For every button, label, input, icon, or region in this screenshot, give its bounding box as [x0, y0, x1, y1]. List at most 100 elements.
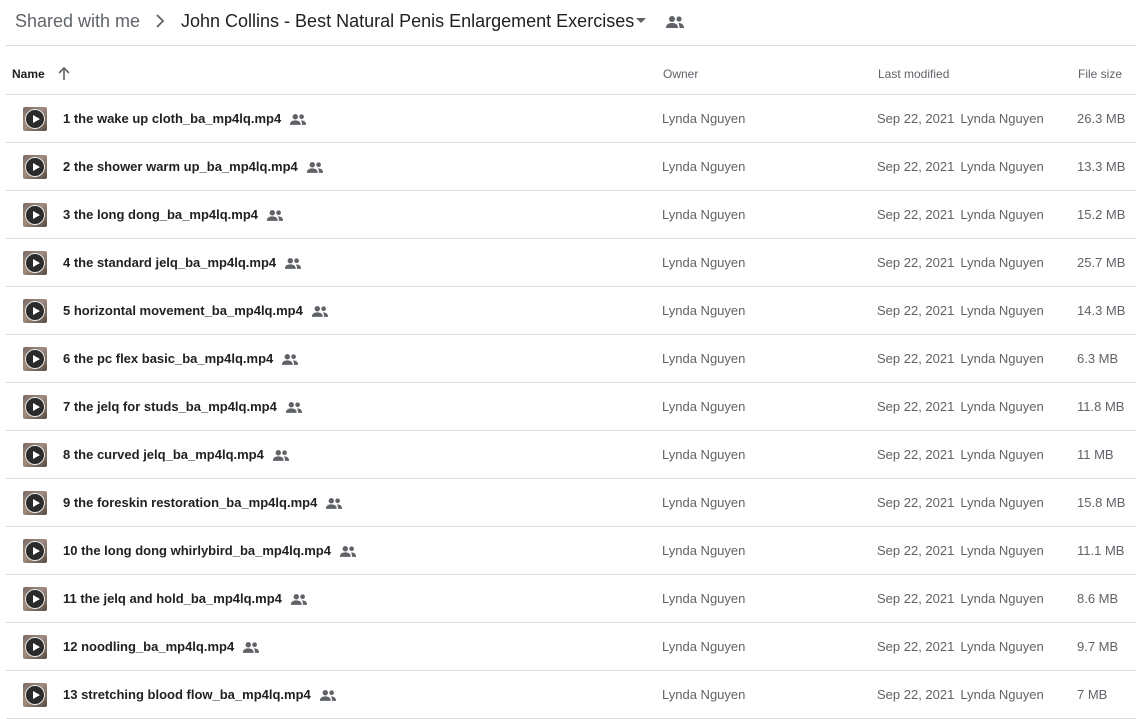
- breadcrumb-current-folder[interactable]: John Collins - Best Natural Penis Enlarg…: [181, 10, 634, 32]
- file-name: 4 the standard jelq_ba_mp4lq.mp4: [63, 255, 302, 271]
- people-icon: [290, 593, 308, 605]
- file-size: 25.7 MB: [1077, 255, 1126, 270]
- modified-by: Lynda Nguyen: [960, 303, 1044, 318]
- file-size: 26.3 MB: [1077, 111, 1126, 126]
- modified-by: Lynda Nguyen: [960, 159, 1044, 174]
- modified-by: Lynda Nguyen: [960, 399, 1044, 414]
- arrow-up-icon[interactable]: [57, 67, 71, 81]
- people-icon[interactable]: [665, 14, 685, 30]
- people-icon: [319, 689, 337, 701]
- file-size: 11.8 MB: [1077, 399, 1125, 414]
- file-name-label: 5 horizontal movement_ba_mp4lq.mp4: [63, 303, 303, 318]
- modified-by: Lynda Nguyen: [960, 447, 1044, 462]
- people-icon: [289, 113, 307, 125]
- people-icon: [285, 401, 303, 413]
- file-size: 9.7 MB: [1077, 639, 1119, 654]
- column-header-owner: Owner: [663, 67, 699, 81]
- file-name: 5 horizontal movement_ba_mp4lq.mp4: [63, 303, 329, 319]
- file-name: 13 stretching blood flow_ba_mp4lq.mp4: [63, 687, 337, 703]
- modified-by: Lynda Nguyen: [960, 351, 1044, 366]
- file-owner: Lynda Nguyen: [662, 159, 746, 174]
- video-play-icon: [23, 635, 47, 659]
- table-row[interactable]: 7 the jelq for studs_ba_mp4lq.mp4 Lynda N…: [6, 383, 1136, 431]
- video-play-icon: [23, 491, 47, 515]
- file-name: 6 the pc flex basic_ba_mp4lq.mp4: [63, 351, 299, 367]
- people-icon: [272, 449, 290, 461]
- table-row[interactable]: 6 the pc flex basic_ba_mp4lq.mp4 Lynda Ng…: [6, 335, 1136, 383]
- video-play-icon: [23, 155, 47, 179]
- people-icon: [281, 353, 299, 365]
- modified-date: Sep 22, 2021: [877, 207, 955, 222]
- modified-by: Lynda Nguyen: [960, 639, 1044, 654]
- file-size: 11.1 MB: [1077, 543, 1125, 558]
- file-name-label: 2 the shower warm up_ba_mp4lq.mp4: [63, 159, 298, 174]
- file-last-modified: Sep 22, 2021 Lynda Nguyen: [877, 159, 1044, 175]
- table-row[interactable]: 1 the wake up cloth_ba_mp4lq.mp4 Lynda Ng…: [6, 95, 1136, 143]
- table-row[interactable]: 13 stretching blood flow_ba_mp4lq.mp4 Lyn…: [6, 671, 1136, 719]
- people-icon: [339, 545, 357, 557]
- table-row[interactable]: 10 the long dong whirlybird_ba_mp4lq.mp4…: [6, 527, 1136, 575]
- file-last-modified: Sep 22, 2021 Lynda Nguyen: [877, 495, 1044, 511]
- file-name: 1 the wake up cloth_ba_mp4lq.mp4: [63, 111, 307, 127]
- file-name: 10 the long dong whirlybird_ba_mp4lq.mp4: [63, 543, 357, 559]
- file-size: 6.3 MB: [1077, 351, 1119, 366]
- file-size: 15.2 MB: [1077, 207, 1126, 222]
- file-last-modified: Sep 22, 2021 Lynda Nguyen: [877, 207, 1044, 223]
- people-icon: [242, 641, 260, 653]
- modified-by: Lynda Nguyen: [960, 111, 1044, 126]
- table-row[interactable]: 8 the curved jelq_ba_mp4lq.mp4 Lynda Nguy…: [6, 431, 1136, 479]
- file-owner: Lynda Nguyen: [662, 399, 746, 414]
- file-name-label: 12 noodling_ba_mp4lq.mp4: [63, 639, 235, 654]
- video-play-icon: [23, 107, 47, 131]
- file-name-label: 6 the pc flex basic_ba_mp4lq.mp4: [63, 351, 274, 366]
- modified-by: Lynda Nguyen: [960, 543, 1044, 558]
- file-last-modified: Sep 22, 2021 Lynda Nguyen: [877, 687, 1044, 703]
- video-play-icon: [23, 251, 47, 275]
- file-size: 11 MB: [1077, 447, 1114, 462]
- people-icon: [284, 257, 302, 269]
- caret-down-icon[interactable]: [635, 17, 647, 25]
- file-owner: Lynda Nguyen: [662, 255, 746, 270]
- file-last-modified: Sep 22, 2021 Lynda Nguyen: [877, 255, 1044, 271]
- column-header-name[interactable]: Name: [12, 66, 45, 82]
- file-name: 3 the long dong_ba_mp4lq.mp4: [63, 207, 284, 223]
- video-play-icon: [23, 299, 47, 323]
- modified-date: Sep 22, 2021: [877, 495, 955, 510]
- file-name-label: 1 the wake up cloth_ba_mp4lq.mp4: [63, 111, 282, 126]
- table-row[interactable]: 4 the standard jelq_ba_mp4lq.mp4 Lynda Ng…: [6, 239, 1136, 287]
- file-last-modified: Sep 22, 2021 Lynda Nguyen: [877, 639, 1044, 655]
- modified-date: Sep 22, 2021: [877, 351, 955, 366]
- file-owner: Lynda Nguyen: [662, 639, 746, 654]
- file-owner: Lynda Nguyen: [662, 687, 746, 702]
- file-last-modified: Sep 22, 2021 Lynda Nguyen: [877, 111, 1044, 127]
- modified-by: Lynda Nguyen: [960, 207, 1044, 222]
- table-row[interactable]: 2 the shower warm up_ba_mp4lq.mp4 Lynda N…: [6, 143, 1136, 191]
- file-size: 13.3 MB: [1077, 159, 1126, 174]
- column-header-last-modified[interactable]: Last modified: [878, 66, 949, 82]
- file-last-modified: Sep 22, 2021 Lynda Nguyen: [877, 399, 1044, 415]
- video-play-icon: [23, 203, 47, 227]
- file-last-modified: Sep 22, 2021 Lynda Nguyen: [877, 303, 1044, 319]
- modified-date: Sep 22, 2021: [877, 255, 955, 270]
- file-size: 15.8 MB: [1077, 495, 1126, 510]
- file-owner: Lynda Nguyen: [662, 351, 746, 366]
- table-row[interactable]: 3 the long dong_ba_mp4lq.mp4 Lynda Nguyen…: [6, 191, 1136, 239]
- file-owner: Lynda Nguyen: [662, 591, 746, 606]
- modified-date: Sep 22, 2021: [877, 303, 955, 318]
- table-row[interactable]: 12 noodling_ba_mp4lq.mp4 Lynda Nguyen Sep …: [6, 623, 1136, 671]
- table-row[interactable]: 11 the jelq and hold_ba_mp4lq.mp4 Lynda N…: [6, 575, 1136, 623]
- table-row[interactable]: 5 horizontal movement_ba_mp4lq.mp4 Lynda …: [6, 287, 1136, 335]
- file-name-label: 3 the long dong_ba_mp4lq.mp4: [63, 207, 259, 222]
- people-icon: [311, 305, 329, 317]
- file-last-modified: Sep 22, 2021 Lynda Nguyen: [877, 591, 1044, 607]
- breadcrumb-shared-with-me[interactable]: Shared with me: [15, 10, 140, 32]
- modified-date: Sep 22, 2021: [877, 159, 955, 174]
- file-size: 14.3 MB: [1077, 303, 1126, 318]
- file-name-label: 10 the long dong whirlybird_ba_mp4lq.mp4: [63, 543, 331, 558]
- file-name: 7 the jelq for studs_ba_mp4lq.mp4: [63, 399, 303, 415]
- modified-date: Sep 22, 2021: [877, 639, 955, 654]
- file-list: 1 the wake up cloth_ba_mp4lq.mp4 Lynda Ng…: [6, 95, 1136, 719]
- modified-by: Lynda Nguyen: [960, 495, 1044, 510]
- video-play-icon: [23, 395, 47, 419]
- table-row[interactable]: 9 the foreskin restoration_ba_mp4lq.mp4 L…: [6, 479, 1136, 527]
